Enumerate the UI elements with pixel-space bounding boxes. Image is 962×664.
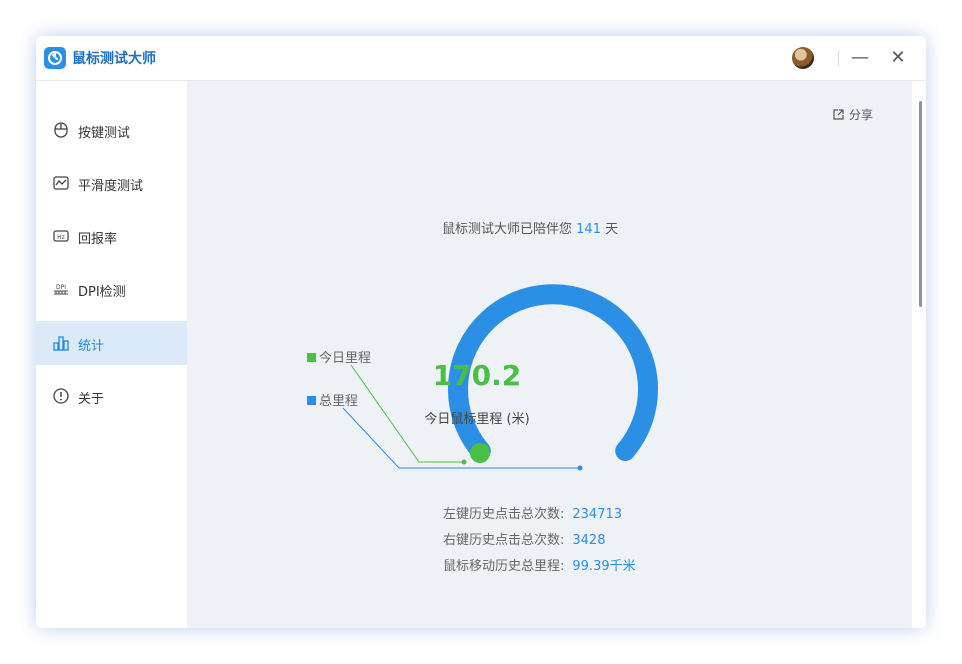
hz-icon: Hz — [52, 227, 70, 245]
stat-value: 99.39千米 — [572, 559, 636, 574]
today-mileage-label: 今日鼠标里程 (米) — [424, 412, 530, 427]
sidebar-item-label: DPI检测 — [78, 285, 126, 300]
stat-value: 234713 — [572, 507, 623, 522]
close-button[interactable]: ✕ — [886, 46, 910, 70]
sidebar-item-dpi[interactable]: DPI DPI检测 — [36, 267, 187, 311]
legend-today: 今日里程 — [307, 347, 371, 366]
svg-text:Hz: Hz — [57, 234, 65, 241]
sidebar-item-polling-rate[interactable]: Hz 回报率 — [36, 214, 187, 258]
legend-swatch-blue — [307, 396, 316, 405]
stat-total-distance: 鼠标移动历史总里程: 99.39千米 — [443, 555, 636, 581]
info-icon — [52, 387, 70, 405]
sidebar-item-statistics[interactable]: 统计 — [36, 321, 187, 365]
scrollbar[interactable] — [912, 81, 926, 628]
stat-label: 左键历史点击总次数: — [443, 507, 565, 522]
stat-label: 右键历史点击总次数: — [443, 533, 565, 548]
leader-dot-today — [461, 459, 467, 465]
mouse-icon — [52, 121, 70, 139]
main-content: 分享 鼠标测试大师已陪伴您 141 天 今日里程 总里程 170.2 今日鼠标里… — [187, 81, 926, 628]
sidebar-item-label: 关于 — [78, 392, 105, 407]
sidebar-item-label: 回报率 — [78, 232, 118, 247]
legend-swatch-green — [307, 353, 316, 362]
gauge-today-marker — [470, 443, 490, 463]
sidebar-item-label: 按键测试 — [78, 126, 131, 141]
svg-text:DPI: DPI — [56, 284, 66, 291]
dpi-icon: DPI — [52, 280, 70, 298]
app-logo-icon — [44, 47, 66, 69]
today-mileage-value: 170.2 — [432, 359, 522, 392]
stats-list: 左键历史点击总次数: 234713 右键历史点击总次数: 3428 鼠标移动历史总里… — [443, 503, 636, 581]
legend-total-label: 总里程 — [319, 394, 359, 409]
stat-left-clicks: 左键历史点击总次数: 234713 — [443, 503, 636, 529]
sidebar-item-about[interactable]: 关于 — [36, 374, 187, 418]
user-avatar[interactable] — [792, 47, 814, 69]
title-divider — [838, 50, 839, 66]
sidebar-item-button-test[interactable]: 按键测试 — [36, 108, 187, 152]
title-bar: 鼠标测试大师 — ✕ — [36, 36, 926, 81]
leader-dot-total — [577, 465, 583, 471]
stat-label: 鼠标移动历史总里程: — [443, 559, 565, 574]
sidebar-item-label: 统计 — [78, 339, 105, 354]
legend-total: 总里程 — [307, 390, 358, 409]
minimize-button[interactable]: — — [848, 46, 872, 70]
scrollbar-thumb[interactable] — [919, 101, 922, 307]
sidebar-item-label: 平滑度测试 — [78, 179, 144, 194]
sidebar-item-smoothness-test[interactable]: 平滑度测试 — [36, 161, 187, 205]
sidebar: 按键测试 平滑度测试 Hz 回报率 DPI DPI检测 统计 关于 — [36, 81, 187, 628]
app-window: 鼠标测试大师 — ✕ 按键测试 平滑度测试 Hz 回报率 DPI DPI检测 统… — [36, 36, 926, 628]
stat-right-clicks: 右键历史点击总次数: 3428 — [443, 529, 636, 555]
legend-today-label: 今日里程 — [319, 351, 372, 366]
stat-value: 3428 — [572, 533, 606, 548]
bar-chart-icon — [52, 334, 70, 352]
app-title: 鼠标测试大师 — [72, 51, 156, 67]
wave-chart-icon — [52, 174, 70, 192]
